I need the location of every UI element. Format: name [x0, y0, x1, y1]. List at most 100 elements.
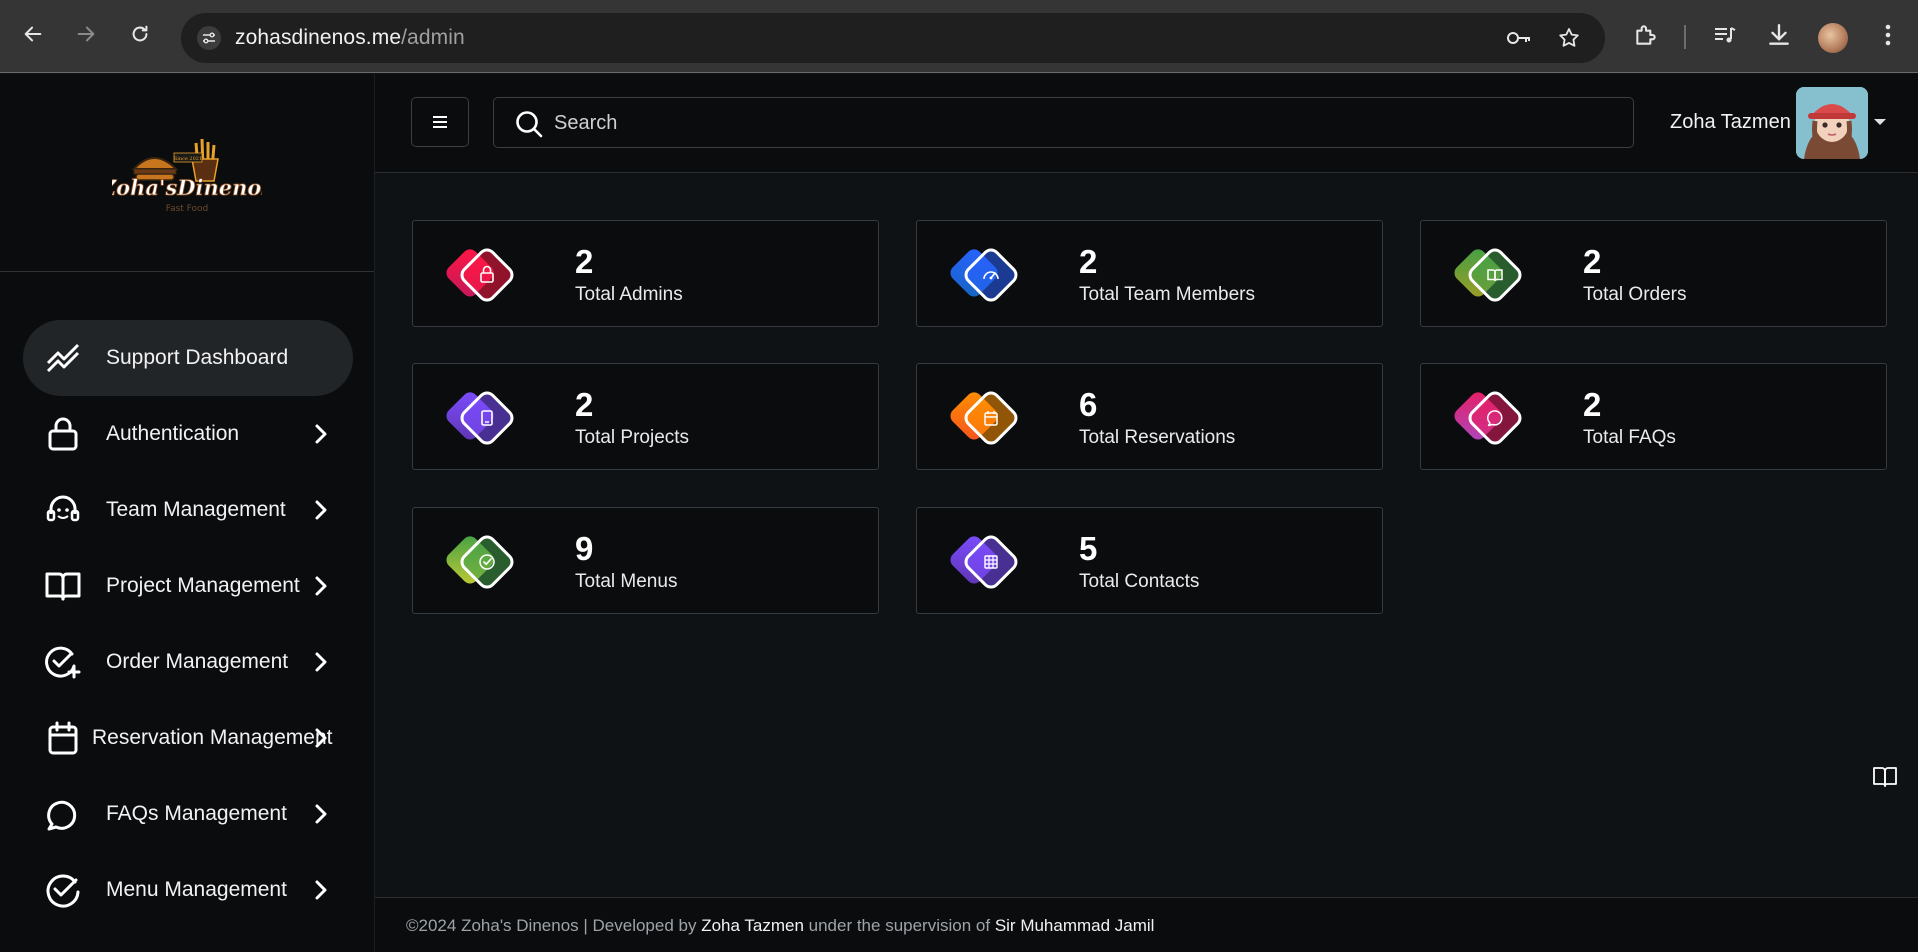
back-button[interactable]	[15, 16, 51, 52]
stat-card-total-orders: 2 Total Orders	[1420, 220, 1887, 327]
user-name[interactable]: Zoha Tazmen	[1670, 111, 1791, 134]
sidebar-item-faqs-management[interactable]: FAQs Management	[0, 776, 375, 852]
stat-label: Total FAQs	[1583, 427, 1676, 448]
chart-line-icon	[44, 339, 82, 377]
stat-value: 6	[1079, 386, 1098, 423]
gauge-icon	[950, 248, 1018, 302]
headset-icon	[44, 491, 82, 529]
media-queue-icon[interactable]	[1710, 20, 1740, 50]
browser-toolbar: zohasdinenos.me/admin	[0, 0, 1918, 73]
stat-value: 2	[575, 386, 594, 423]
stat-label: Total Menus	[575, 571, 678, 592]
stat-card-total-menus: 9 Total Menus	[412, 507, 879, 614]
stat-label: Total Reservations	[1079, 427, 1236, 448]
kebab-menu-icon[interactable]	[1873, 20, 1903, 50]
stat-value: 2	[1583, 243, 1602, 280]
search-icon	[516, 111, 543, 138]
calendar-icon	[44, 719, 82, 757]
sidebar-item-order-management[interactable]: Order Management	[0, 624, 375, 700]
reload-button[interactable]	[122, 16, 158, 52]
password-key-icon[interactable]	[1506, 25, 1532, 51]
svg-text:Fast Food: Fast Food	[166, 204, 209, 214]
sidebar-item-support-dashboard[interactable]: Support Dashboard	[23, 320, 353, 396]
grid-icon	[950, 535, 1018, 589]
forward-button[interactable]	[68, 16, 104, 52]
stat-label: Total Team Members	[1079, 284, 1255, 305]
chevron-right-icon	[315, 652, 327, 672]
extensions-icon[interactable]	[1631, 20, 1661, 50]
tablet-icon	[446, 391, 514, 445]
stat-label: Total Projects	[575, 427, 690, 448]
book-icon	[1454, 248, 1522, 302]
sidebar-item-reservation-management[interactable]: Reservation Management	[0, 700, 375, 776]
sidebar-item-project-management[interactable]: Project Management	[0, 548, 375, 624]
arrow-left-icon	[24, 26, 42, 42]
check-plus-icon	[44, 643, 82, 681]
stat-card-total-contacts: 5 Total Contacts	[916, 507, 1383, 614]
browser-profile-avatar[interactable]	[1818, 23, 1848, 53]
stat-value: 2	[575, 243, 594, 280]
sidebar-menu: Support Dashboard Authentication Team Ma…	[0, 320, 375, 928]
address-bar[interactable]: zohasdinenos.me/admin	[181, 13, 1605, 63]
sidebar-item-label: Support Dashboard	[106, 346, 289, 369]
sidebar-item-label: Menu Management	[106, 878, 287, 901]
dashboard-content: 2 Total Admins 2 Total Team Members 2 Total O…	[375, 174, 1918, 897]
stat-value: 2	[1583, 386, 1602, 423]
chevron-right-icon	[315, 880, 327, 900]
site-settings-icon[interactable]	[197, 26, 221, 50]
sidebar-item-label: FAQs Management	[106, 802, 287, 825]
sidebar-item-team-management[interactable]: Team Management	[0, 472, 375, 548]
topbar: Zoha Tazmen	[375, 74, 1918, 173]
stat-card-total-faqs: 2 Total FAQs	[1420, 363, 1887, 470]
lock-icon	[44, 415, 82, 453]
stat-value: 9	[575, 530, 594, 567]
sidebar-toggle-button[interactable]	[411, 97, 469, 147]
open-book-icon[interactable]	[1873, 766, 1897, 788]
sidebar: Since 2021 Zoha'sDinenos Fast Food Suppo…	[0, 74, 375, 952]
open-book-icon	[44, 567, 82, 605]
chat-bubble-icon	[44, 795, 82, 833]
check-circle-icon	[44, 871, 82, 909]
stat-value: 5	[1079, 530, 1098, 567]
arrow-right-icon	[77, 26, 95, 42]
chevron-right-icon	[315, 424, 327, 444]
calendar-icon	[950, 391, 1018, 445]
stat-label: Total Contacts	[1079, 571, 1200, 592]
stat-card-total-projects: 2 Total Projects	[412, 363, 879, 470]
bookmark-star-icon[interactable]	[1556, 25, 1582, 51]
chevron-right-icon	[315, 500, 327, 520]
svg-text:Zoha'sDinenos: Zoha'sDinenos	[112, 175, 262, 200]
lock-icon	[446, 248, 514, 302]
sidebar-item-label: Project Management	[106, 574, 300, 597]
stat-card-total-team-members: 2 Total Team Members	[916, 220, 1383, 327]
chevron-right-icon	[315, 728, 327, 748]
sidebar-item-authentication[interactable]: Authentication	[0, 396, 375, 472]
developer-name: Zoha Tazmen	[701, 916, 804, 935]
footer-text: ©2024 Zoha's Dinenos | Developed by Zoha…	[406, 916, 1155, 935]
stat-card-total-admins: 2 Total Admins	[412, 220, 879, 327]
stat-label: Total Orders	[1583, 284, 1687, 305]
user-avatar[interactable]	[1796, 87, 1868, 159]
sidebar-item-label: Team Management	[106, 498, 286, 521]
sidebar-item-label: Authentication	[106, 422, 240, 445]
footer: ©2024 Zoha's Dinenos | Developed by Zoha…	[375, 897, 1918, 952]
chevron-right-icon	[315, 576, 327, 596]
sidebar-item-label: Reservation Management	[92, 726, 333, 749]
toolbar-divider	[1684, 25, 1686, 49]
sidebar-item-menu-management[interactable]: Menu Management	[0, 852, 375, 928]
chat-bubble-icon	[1454, 391, 1522, 445]
download-icon[interactable]	[1764, 20, 1794, 50]
stat-value: 2	[1079, 243, 1098, 280]
check-circle-icon	[446, 535, 514, 589]
reload-icon	[132, 25, 148, 42]
brand-logo[interactable]: Since 2021 Zoha'sDinenos Fast Food	[112, 129, 262, 217]
user-menu-caret-icon[interactable]	[1874, 119, 1886, 125]
sidebar-item-label: Order Management	[106, 650, 289, 673]
stat-card-total-reservations: 6 Total Reservations	[916, 363, 1383, 470]
logo-area: Since 2021 Zoha'sDinenos Fast Food	[0, 74, 374, 272]
url-text: zohasdinenos.me/admin	[235, 26, 465, 49]
supervisor-name: Sir Muhammad Jamil	[994, 916, 1155, 935]
search-input[interactable]	[554, 108, 1614, 138]
hamburger-icon	[433, 116, 447, 128]
search-box	[493, 97, 1634, 148]
